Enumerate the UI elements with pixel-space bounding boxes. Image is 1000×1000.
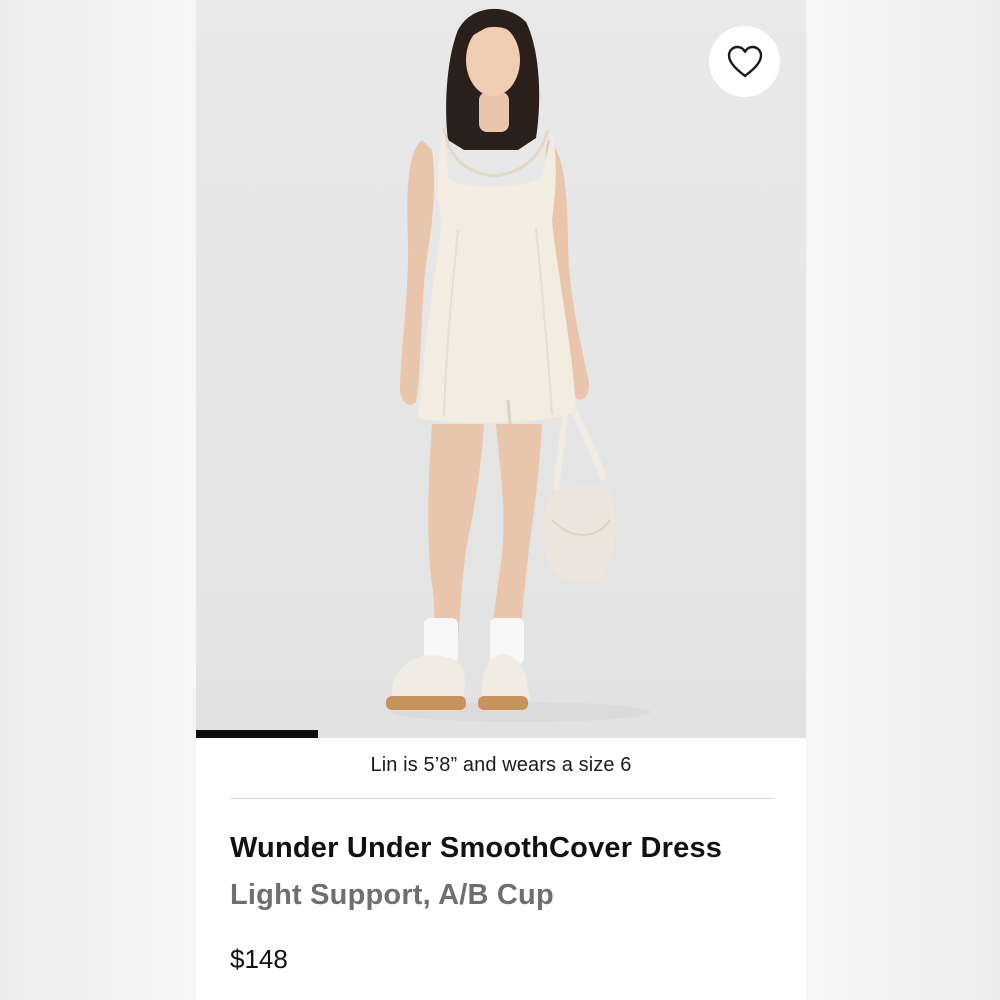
model-illustration — [386, 8, 651, 722]
product-screen: Lin is 5’8” and wears a size 6 Wunder Un… — [196, 0, 806, 1000]
product-photo[interactable] — [196, 0, 806, 738]
product-subtitle: Light Support, A/B Cup — [230, 879, 554, 911]
right-backdrop — [806, 0, 1000, 1000]
product-title[interactable]: Wunder Under SmoothCover Dress — [230, 832, 722, 865]
left-backdrop — [0, 0, 196, 1000]
product-price: $148 — [230, 944, 288, 974]
heart-outline-icon — [727, 45, 762, 77]
favorite-button[interactable] — [709, 26, 780, 97]
carousel-progress-fill — [196, 730, 318, 738]
divider — [230, 798, 774, 799]
carousel-progress — [196, 730, 806, 738]
model-size-note: Lin is 5’8” and wears a size 6 — [370, 754, 632, 776]
